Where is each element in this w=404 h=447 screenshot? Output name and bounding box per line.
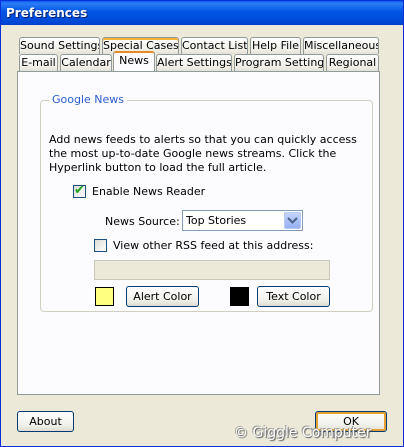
alert-color-swatch bbox=[95, 287, 114, 306]
tab-alert-settings[interactable]: Alert Settings bbox=[156, 54, 232, 71]
alert-color-button[interactable]: Alert Color bbox=[126, 286, 199, 307]
news-source-select[interactable]: Top Stories bbox=[182, 210, 303, 231]
tab-calendar[interactable]: Calendar bbox=[60, 54, 112, 71]
watermark-text: © Giggle Computer bbox=[234, 425, 372, 441]
google-news-group: Google News Add news feeds to alerts so … bbox=[40, 93, 373, 312]
title-bar[interactable]: Preferences bbox=[1, 1, 403, 25]
dropdown-button[interactable] bbox=[284, 212, 301, 229]
tab-program-settings[interactable]: Program Settings bbox=[234, 54, 324, 71]
tab-news[interactable]: News bbox=[113, 51, 155, 71]
about-button[interactable]: About bbox=[17, 411, 74, 432]
description-text: Add news feeds to alerts so that you can… bbox=[49, 133, 357, 174]
window-title: Preferences bbox=[6, 6, 88, 20]
checkmark-icon: ✔ bbox=[74, 183, 85, 198]
tab-panel-news: Google News Add news feeds to alerts so … bbox=[17, 71, 380, 395]
enable-news-reader-checkbox[interactable]: ✔ bbox=[73, 183, 86, 198]
enable-news-reader-label: Enable News Reader bbox=[92, 185, 206, 198]
tab-regional[interactable]: Regional bbox=[326, 54, 379, 71]
tab-sound-settings[interactable]: Sound Settings bbox=[19, 37, 100, 54]
tab-help-file[interactable]: Help File bbox=[250, 37, 301, 54]
tab-miscellaneous[interactable]: Miscellaneous bbox=[303, 37, 379, 54]
news-source-value: Top Stories bbox=[186, 214, 247, 227]
text-color-button[interactable]: Text Color bbox=[257, 286, 330, 307]
rss-feed-label: View other RSS feed at this address: bbox=[113, 239, 314, 252]
news-source-label: News Source: bbox=[105, 215, 180, 228]
tab-email[interactable]: E-mail bbox=[19, 54, 58, 71]
text-color-swatch bbox=[230, 287, 249, 306]
tab-contact-list[interactable]: Contact List bbox=[181, 37, 248, 54]
group-title: Google News bbox=[49, 93, 128, 106]
rss-feed-checkbox[interactable] bbox=[94, 239, 107, 252]
rss-address-field[interactable] bbox=[94, 260, 330, 280]
chevron-down-icon bbox=[287, 217, 298, 224]
preferences-window: Preferences Sound Settings Special Cases… bbox=[0, 0, 404, 447]
